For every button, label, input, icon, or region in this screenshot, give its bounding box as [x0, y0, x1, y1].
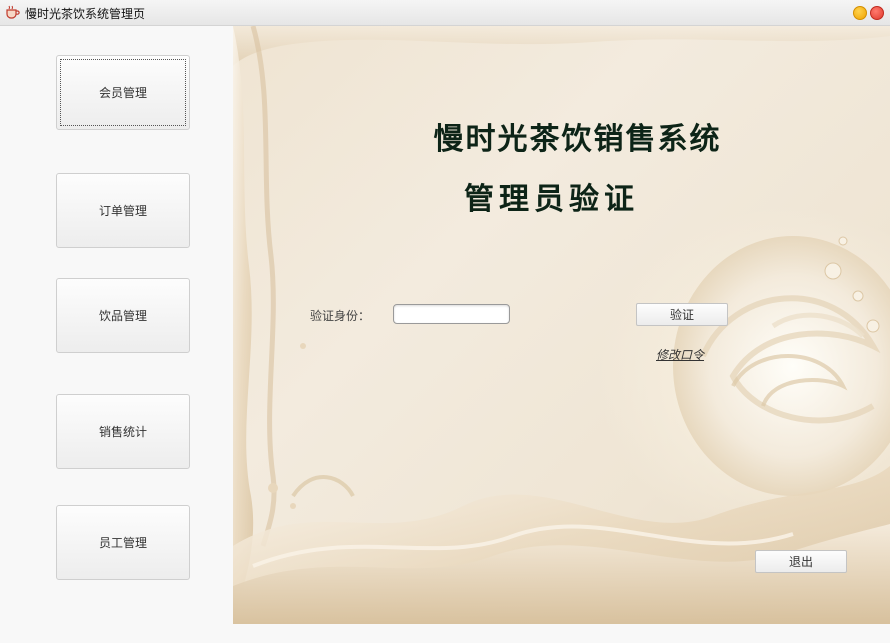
title-bar: 慢时光茶饮系统管理页	[0, 0, 890, 26]
verify-button[interactable]: 验证	[636, 303, 728, 326]
nav-member-management-button[interactable]: 会员管理	[56, 55, 190, 130]
nav-staff-management-button[interactable]: 员工管理	[56, 505, 190, 580]
nav-button-label: 员工管理	[98, 536, 147, 550]
admin-verify-heading: 管理员验证	[464, 182, 639, 217]
teacup-icon	[6, 5, 20, 19]
nav-button-label: 会员管理	[98, 86, 147, 100]
close-button[interactable]	[870, 6, 884, 20]
main-panel: 慢时光茶饮销售系统 管理员验证 验证身份： 验证 修改口令 退出	[233, 26, 890, 624]
nav-order-management-button[interactable]: 订单管理	[56, 173, 190, 248]
change-password-link[interactable]: 修改口令	[656, 346, 704, 363]
exit-button[interactable]: 退出	[755, 550, 847, 573]
verify-identity-input[interactable]	[393, 304, 510, 324]
nav-button-label: 饮品管理	[98, 309, 147, 323]
sidebar: 会员管理 订单管理 饮品管理 销售统计 员工管理	[0, 26, 233, 643]
system-heading: 慢时光茶饮销售系统	[433, 122, 722, 157]
bottom-strip	[0, 624, 890, 643]
nav-button-label: 订单管理	[98, 204, 147, 218]
verify-button-label: 验证	[669, 308, 694, 322]
nav-sales-statistics-button[interactable]: 销售统计	[56, 394, 190, 469]
exit-button-label: 退出	[788, 555, 813, 569]
window-title: 慢时光茶饮系统管理页	[25, 7, 146, 21]
nav-button-label: 销售统计	[98, 425, 147, 439]
minimize-button[interactable]	[853, 6, 867, 20]
verify-identity-label: 验证身份：	[310, 309, 371, 323]
nav-drink-management-button[interactable]: 饮品管理	[56, 278, 190, 353]
